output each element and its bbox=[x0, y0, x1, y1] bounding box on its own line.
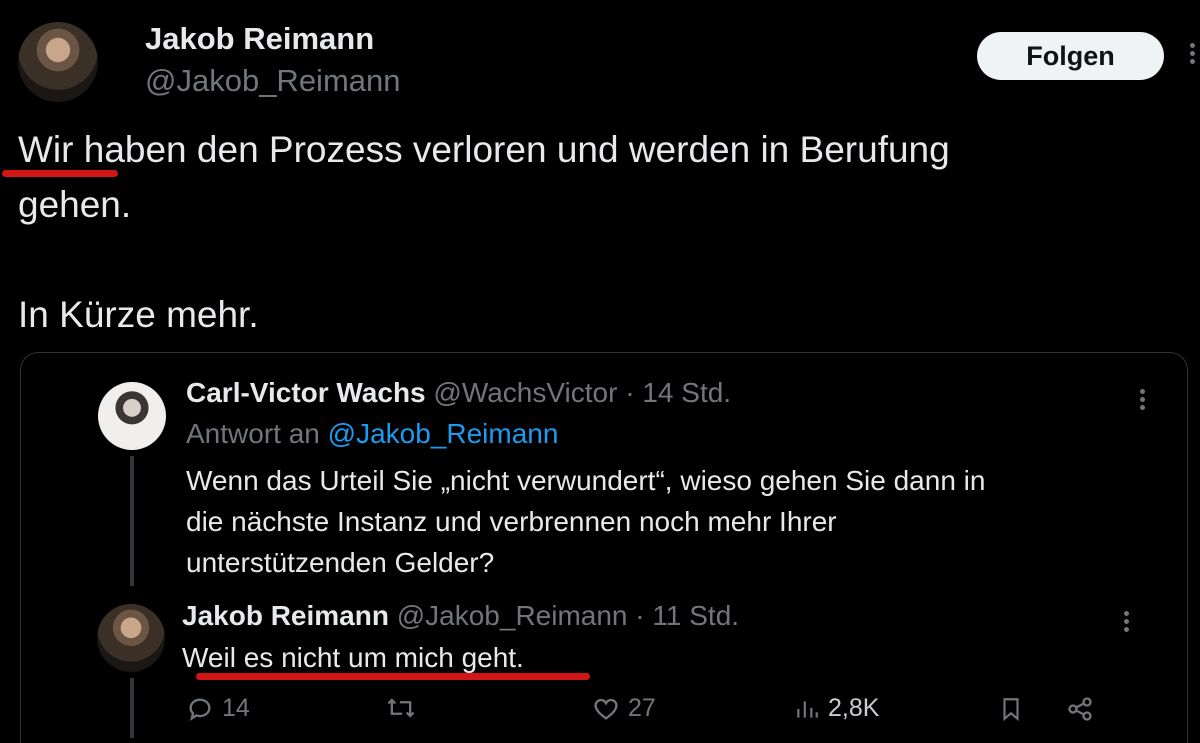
reply-tweet-time[interactable]: 11 Std. bbox=[652, 600, 739, 631]
heart-icon bbox=[594, 698, 618, 720]
reply-icon bbox=[189, 698, 211, 721]
retweet-icon bbox=[387, 698, 415, 718]
quoted-text-line-3: unterstützenden Gelder? bbox=[186, 547, 495, 578]
reply-tweet-header: Jakob Reimann @Jakob_Reimann · 11 Std. bbox=[182, 598, 739, 634]
tweet-text-line-2: gehen. bbox=[18, 184, 132, 225]
thread-line bbox=[130, 456, 134, 586]
reply-to-mention[interactable]: @Jakob_Reimann bbox=[328, 418, 559, 449]
share-action[interactable] bbox=[1066, 694, 1094, 724]
author-avatar[interactable] bbox=[18, 22, 98, 102]
reply-time-separator: · bbox=[627, 600, 653, 631]
quoted-tweet-time[interactable]: 14 Std. bbox=[642, 377, 731, 408]
retweet-action[interactable] bbox=[385, 694, 417, 722]
reply-count: 14 bbox=[222, 694, 250, 722]
follow-button[interactable]: Folgen bbox=[977, 32, 1164, 80]
quoted-text-line-1: Wenn das Urteil Sie „nicht verwundert“, … bbox=[186, 465, 986, 496]
bookmark-icon bbox=[1003, 698, 1019, 722]
quoted-author-handle[interactable]: @WachsVictor bbox=[433, 377, 617, 408]
reply-tweet-text: Weil es nicht um mich geht. bbox=[182, 642, 524, 673]
reply-action[interactable]: 14 bbox=[186, 694, 250, 723]
reply-author-name[interactable]: Jakob Reimann bbox=[182, 600, 389, 631]
quoted-tweet-text: Wenn das Urteil Sie „nicht verwundert“, … bbox=[186, 460, 1146, 583]
tweet-text: Wir haben den Prozess verloren und werde… bbox=[18, 122, 1168, 342]
tweet-text-line-3: In Kürze mehr. bbox=[18, 294, 259, 335]
reply-thread-line bbox=[130, 678, 134, 738]
like-action[interactable]: 27 bbox=[592, 694, 656, 723]
quoted-author-name[interactable]: Carl-Victor Wachs bbox=[186, 377, 426, 408]
red-underline-annotation-2 bbox=[196, 673, 590, 680]
more-options-icon[interactable] bbox=[1190, 40, 1195, 67]
tweet-text-line-1: Wir haben den Prozess verloren und werde… bbox=[18, 129, 950, 170]
bookmark-action[interactable] bbox=[998, 694, 1024, 724]
red-underline-annotation-1 bbox=[2, 170, 118, 177]
reply-more-options-icon[interactable] bbox=[1124, 608, 1129, 635]
views-icon bbox=[797, 700, 818, 718]
reply-prefix: Antwort an bbox=[186, 418, 328, 449]
quoted-author-avatar[interactable] bbox=[98, 382, 166, 450]
author-name[interactable]: Jakob Reimann bbox=[145, 21, 374, 57]
reply-author-handle[interactable]: @Jakob_Reimann bbox=[397, 600, 628, 631]
reply-context: Antwort an @Jakob_Reimann bbox=[186, 416, 558, 452]
quoted-tweet-header: Carl-Victor Wachs @WachsVictor · 14 Std. bbox=[186, 375, 731, 411]
quoted-text-line-2: die nächste Instanz und verbrennen noch … bbox=[186, 506, 837, 537]
share-icon bbox=[1068, 697, 1092, 721]
time-separator: · bbox=[617, 377, 643, 408]
author-handle[interactable]: @Jakob_Reimann bbox=[145, 63, 401, 99]
quoted-more-options-icon[interactable] bbox=[1140, 386, 1145, 413]
like-count: 27 bbox=[628, 694, 656, 722]
views-count: 2,8K bbox=[828, 694, 880, 722]
views-action[interactable]: 2,8K bbox=[794, 694, 879, 723]
reply-author-avatar[interactable] bbox=[97, 604, 165, 672]
